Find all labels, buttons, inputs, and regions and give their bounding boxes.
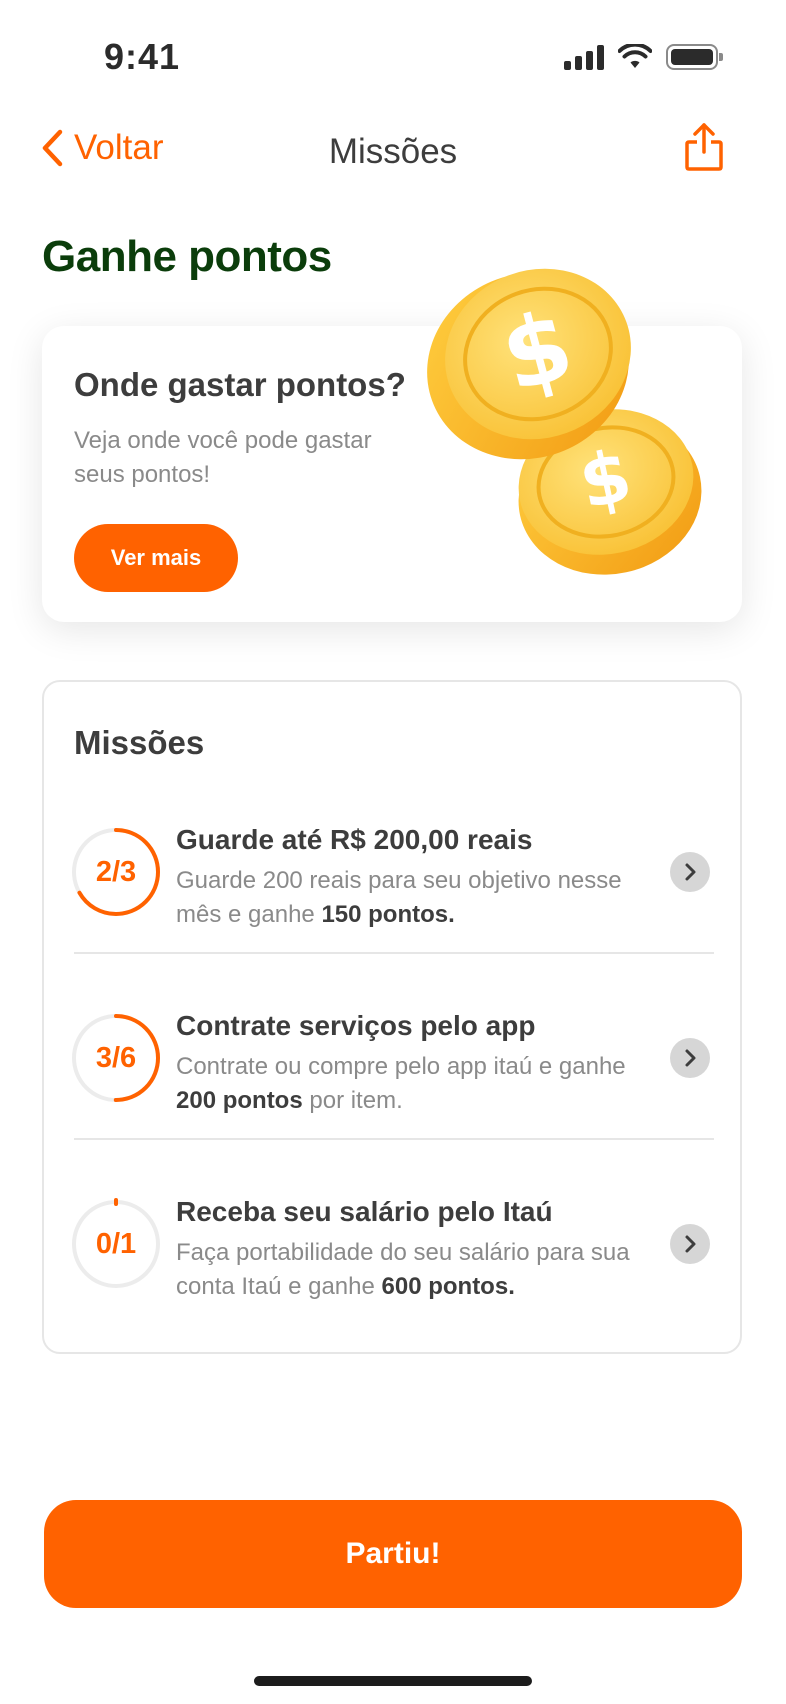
share-icon [685, 123, 723, 171]
cellular-signal-icon [564, 44, 604, 70]
promo-description: Veja onde você pode gastar seus pontos! [74, 427, 372, 488]
chevron-right-icon[interactable] [670, 1038, 710, 1078]
ver-mais-button[interactable]: Ver mais [74, 524, 238, 592]
status-bar: 9:41 [0, 0, 786, 110]
divider [74, 1138, 714, 1140]
progress-label: 0/1 [95, 1227, 137, 1260]
mission-description: Faça portabilidade do seu salário para s… [176, 1239, 630, 1300]
missions-title: Missões [74, 724, 205, 761]
mission-title: Contrate serviços pelo app [176, 1010, 536, 1041]
divider [74, 952, 714, 954]
mission-description: Guarde 200 reais para seu objetivo nesse… [176, 867, 622, 928]
progress-label: 3/6 [95, 1041, 137, 1074]
chevron-right-icon[interactable] [670, 1224, 710, 1264]
mission-title: Receba seu salário pelo Itaú [176, 1196, 553, 1227]
status-time: 9:41 [104, 36, 181, 77]
coins-illustration: $ $ [427, 268, 702, 575]
nav-bar: Voltar Missões [0, 110, 786, 200]
mission-description: Contrate ou compre pelo app itaú e ganhe… [176, 1053, 626, 1114]
mission-row[interactable]: 3/6 Contrate serviços pelo app Contrate … [72, 988, 714, 1144]
wifi-icon [618, 44, 652, 68]
share-button[interactable] [684, 122, 724, 177]
home-indicator [254, 1676, 532, 1686]
nav-title: Missões [328, 132, 458, 171]
status-icons [564, 44, 723, 70]
missions-card: Missões 2/3 Guarde até R$ 200,00 reais G… [42, 680, 742, 1354]
progress-label: 2/3 [95, 855, 137, 888]
partiu-button[interactable]: Partiu! [44, 1500, 742, 1608]
battery-icon [666, 44, 723, 70]
page-heading: Ganhe pontos [42, 232, 332, 281]
promo-title: Onde gastar pontos? [74, 366, 406, 403]
chevron-right-icon[interactable] [670, 852, 710, 892]
mission-row[interactable]: 0/1 Receba seu salário pelo Itaú Faça po… [72, 1174, 714, 1330]
mission-row[interactable]: 2/3 Guarde até R$ 200,00 reais Guarde 20… [72, 802, 714, 958]
mission-title: Guarde até R$ 200,00 reais [176, 824, 533, 855]
